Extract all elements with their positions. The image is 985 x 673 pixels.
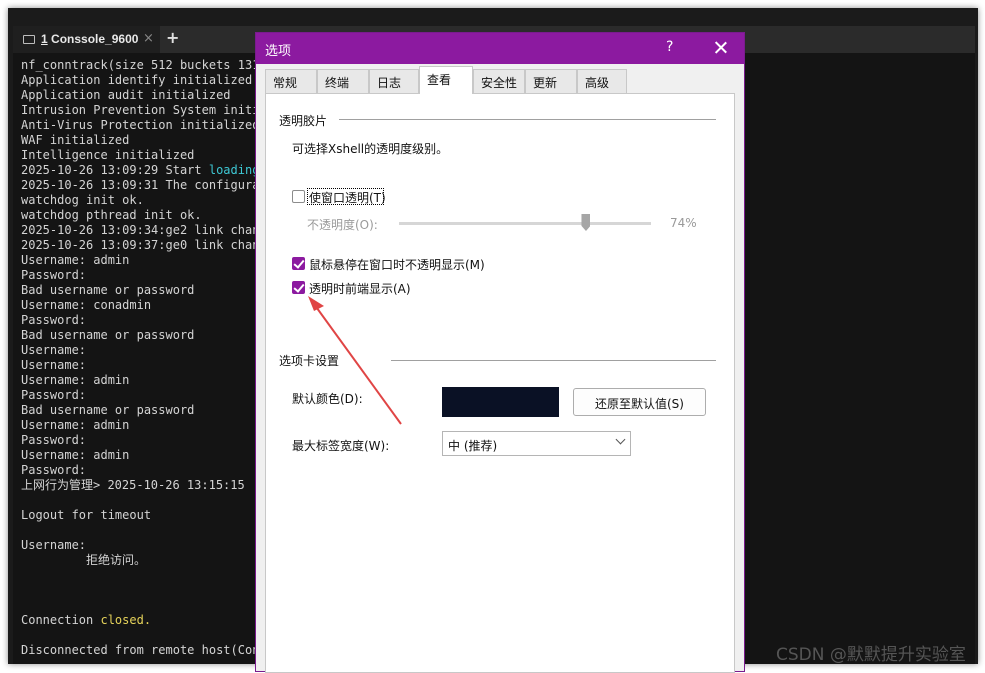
tab-view[interactable]: 查看 [419,66,473,94]
arrow-shaft [313,303,402,425]
watermark: CSDN @默默提升实验室 [776,645,966,665]
arrow-head [308,296,324,311]
annotation-arrow [308,296,402,425]
